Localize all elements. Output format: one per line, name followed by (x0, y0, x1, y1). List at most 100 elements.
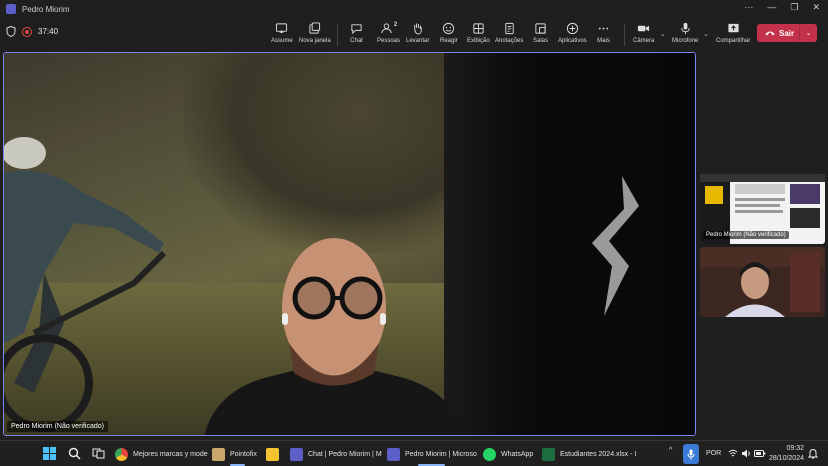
apps-icon (566, 22, 578, 35)
teams-app-icon (6, 4, 16, 14)
notification-bell-icon[interactable] (808, 448, 818, 459)
meeting-toolbar: 37:40 Assume Nova janela Chat 2 Pessoas … (0, 18, 828, 50)
chrome-icon (115, 447, 128, 461)
shared-screen-tile[interactable]: Pedro Miorim (Não verificado) (700, 174, 825, 244)
people-button[interactable]: 2 Pessoas (377, 22, 400, 44)
share-button[interactable]: Compartilhar (716, 22, 750, 44)
self-video-preview (700, 247, 825, 317)
teams-icon (387, 447, 400, 461)
windows-start-icon[interactable] (43, 447, 56, 460)
battery-icon[interactable] (754, 449, 766, 458)
apps-button[interactable]: Aplicativos (558, 22, 587, 44)
more-label: Mais (597, 38, 610, 44)
window-title: Pedro Miorim (22, 4, 70, 14)
participant-person (204, 238, 464, 435)
leave-label: Sair (779, 28, 795, 38)
excel-icon (542, 447, 555, 461)
taskbar-item-chrome[interactable]: Mejores marcas y mode (115, 445, 208, 463)
window-controls: ··· — ❐ ✕ (744, 2, 820, 13)
microphone-icon (680, 22, 690, 35)
self-video-tile[interactable] (700, 247, 825, 317)
specialized-logo-icon (592, 176, 639, 316)
task-view-icon[interactable] (92, 447, 105, 460)
notes-button[interactable]: Anotações (495, 22, 523, 44)
taskbar-item-teams-meeting[interactable]: Pedro Miorim | Microso (387, 445, 477, 466)
minimize-button[interactable]: — (767, 2, 776, 13)
file-explorer-icon (266, 447, 279, 461)
raise-hand-label: Levantar (406, 38, 430, 44)
dark-wall (444, 53, 695, 435)
rooms-button[interactable]: Salas (533, 22, 548, 44)
people-icon (381, 23, 392, 34)
title-bar: Pedro Miorim ··· — ❐ ✕ (0, 0, 828, 18)
taskbar-item-pointofix[interactable]: Pointofix (212, 445, 262, 466)
react-label: Reagir (440, 38, 458, 44)
react-icon (443, 22, 455, 35)
clock-date: 28/10/2024 (768, 455, 804, 462)
taskbar-item-label: Pedro Miorim | Microso (405, 450, 477, 458)
notes-icon (504, 22, 514, 35)
restore-button[interactable]: ❐ (790, 2, 798, 13)
meeting-status: 37:40 (6, 26, 58, 37)
more-icon (598, 27, 609, 30)
taskbar-item-label: WhatsApp (501, 450, 534, 458)
toolbar-divider (624, 24, 625, 46)
pointofix-icon (212, 447, 225, 461)
wifi-icon[interactable] (728, 449, 738, 458)
windows-taskbar: Mejores marcas y mode Pointofix Chat | P… (0, 440, 828, 466)
show-hidden-icons-chevron-icon[interactable]: ^ (669, 447, 672, 454)
microphone-label: Microfone (672, 38, 699, 44)
camera-button[interactable]: Câmera (633, 22, 654, 44)
new-window-button[interactable]: Nova janela (299, 22, 331, 44)
leave-button[interactable]: Sair (757, 29, 799, 38)
microphone-in-use-icon[interactable] (683, 444, 699, 464)
whatsapp-icon (483, 447, 496, 461)
taskbar-item-file-explorer[interactable] (266, 445, 279, 463)
main-participant-name: Pedro Miorim (Não verificado) (7, 421, 108, 432)
notes-label: Anotações (495, 38, 524, 44)
react-button[interactable]: Reagir (440, 22, 458, 44)
taskbar-item-teams-chat[interactable]: Chat | Pedro Miorim | M (290, 445, 382, 463)
rooms-label: Salas (533, 38, 549, 44)
input-language[interactable]: POR (706, 450, 721, 457)
camera-icon (638, 25, 650, 32)
taskbar-item-label: Mejores marcas y mode (133, 450, 208, 458)
volume-icon[interactable] (741, 449, 751, 458)
apps-label: Aplicativos (558, 38, 587, 44)
view-button[interactable]: Exibição (467, 22, 490, 44)
search-icon[interactable] (68, 447, 81, 460)
chat-button[interactable]: Chat (350, 22, 363, 44)
camera-options-chevron-icon[interactable]: ⌄ (660, 30, 666, 38)
people-count: 2 (393, 22, 398, 28)
raise-hand-icon (414, 23, 422, 35)
close-button[interactable]: ✕ (812, 2, 820, 13)
window-more-button[interactable]: ··· (744, 2, 753, 13)
taskbar-item-label: Estudiantes 2024.xlsx - I (560, 450, 637, 458)
more-button[interactable]: Mais (597, 22, 610, 44)
recording-icon (22, 26, 32, 37)
people-label: Pessoas (377, 38, 401, 44)
main-video-tile[interactable]: Pedro Miorim (Não verificado) (3, 52, 696, 436)
raise-hand-button[interactable]: Levantar (406, 22, 429, 44)
leave-options-chevron-icon[interactable]: ⌄ (799, 24, 817, 42)
teams-icon (290, 447, 303, 461)
microphone-button[interactable]: Microfone (672, 22, 698, 44)
clock-time: 09:32 (786, 445, 804, 452)
view-icon (473, 23, 484, 34)
new-window-icon (309, 22, 321, 34)
view-label: Exibição (467, 38, 490, 44)
meeting-timer: 37:40 (38, 27, 59, 36)
microphone-options-chevron-icon[interactable]: ⌄ (703, 30, 709, 38)
assume-button[interactable]: Assume (271, 22, 293, 44)
system-clock[interactable]: 09:32 28/10/2024 (769, 444, 804, 464)
new-window-label: Nova janela (299, 38, 331, 44)
share-screen-icon (728, 23, 739, 33)
camera-label: Câmera (633, 38, 655, 44)
taskbar-item-whatsapp[interactable]: WhatsApp (483, 445, 533, 463)
taskbar-item-label: Pointofix (230, 450, 257, 458)
leave-button-group: Sair ⌄ (757, 24, 817, 42)
rooms-icon (535, 23, 546, 34)
taskbar-item-excel[interactable]: Estudiantes 2024.xlsx - I (542, 445, 636, 463)
shield-icon[interactable] (6, 26, 16, 37)
shared-screen-participant: Pedro Miorim (Não verificado) (703, 231, 789, 239)
